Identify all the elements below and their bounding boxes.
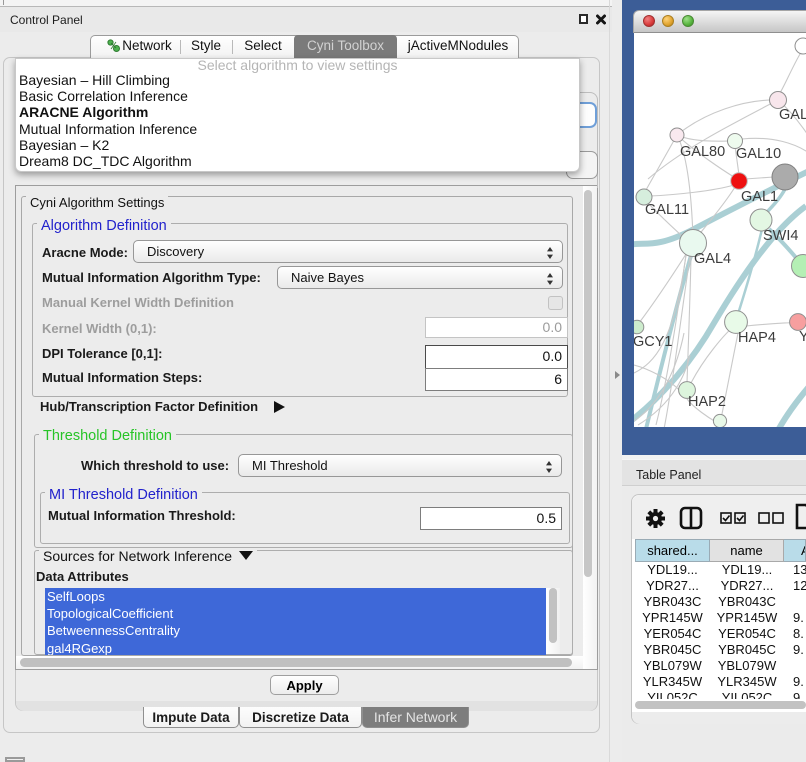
svg-text:HAP2: HAP2 (688, 394, 726, 410)
svg-text:SWI4: SWI4 (763, 228, 798, 244)
svg-text:GAL4: GAL4 (694, 251, 731, 267)
svg-text:HAP4: HAP4 (738, 330, 776, 346)
svg-text:GCY1: GCY1 (634, 334, 673, 350)
svg-text:GAL7: GAL7 (779, 107, 806, 123)
svg-text:Y: Y (799, 329, 806, 345)
svg-text:GAL11: GAL11 (645, 202, 689, 218)
svg-text:GAL10: GAL10 (736, 146, 781, 162)
svg-text:GAL1: GAL1 (741, 189, 778, 205)
svg-text:GAL80: GAL80 (680, 144, 725, 160)
